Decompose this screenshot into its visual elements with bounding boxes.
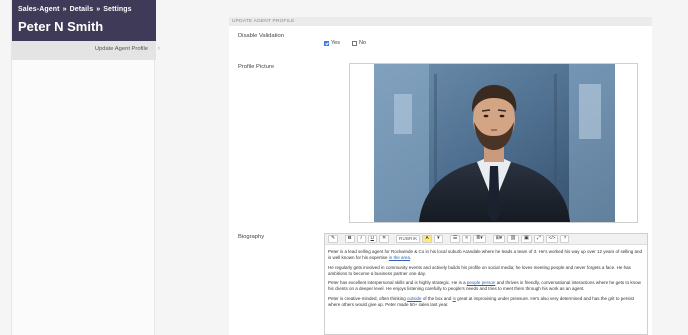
ordered-list-icon[interactable]: ≡ bbox=[462, 235, 472, 243]
underline-button[interactable]: U bbox=[367, 235, 377, 243]
agent-header: Sales-Agent » Details » Settings Peter N… bbox=[12, 0, 156, 41]
breadcrumb: Sales-Agent » Details » Settings bbox=[18, 6, 132, 13]
bio-link[interactable]: in the area bbox=[389, 255, 410, 260]
no-option[interactable]: No bbox=[351, 40, 367, 46]
breadcrumb-item-settings[interactable]: Settings bbox=[103, 6, 131, 13]
breadcrumb-item-details[interactable]: Details bbox=[70, 6, 94, 13]
color-dropdown-icon[interactable]: ▾ bbox=[433, 235, 443, 243]
biography-label: Biography bbox=[238, 234, 265, 240]
yes-option[interactable]: Yes bbox=[324, 40, 340, 46]
section-title: UPDATE AGENT PROFILE bbox=[229, 17, 652, 26]
breadcrumb-separator: » bbox=[96, 6, 101, 13]
profile-picture-label: Profile Picture bbox=[238, 64, 275, 70]
code-view-icon[interactable]: </> bbox=[545, 235, 559, 243]
paragraph-align-icon[interactable]: ≣▾ bbox=[473, 235, 486, 243]
image-icon[interactable]: ▣ bbox=[521, 235, 532, 243]
breadcrumb-separator: » bbox=[62, 6, 67, 13]
no-label: No bbox=[358, 40, 367, 46]
bio-link[interactable]: people person bbox=[467, 280, 496, 285]
help-icon[interactable]: ? bbox=[560, 235, 570, 243]
update-profile-panel: UPDATE AGENT PROFILE Disable Validation … bbox=[229, 17, 652, 335]
disable-validation-label: Disable Validation bbox=[238, 33, 284, 39]
chevron-right-icon: › bbox=[157, 45, 160, 52]
bio-paragraph: Peter is a lead selling agent for Rockwi… bbox=[328, 249, 643, 260]
link-icon[interactable]: ⛓ bbox=[507, 235, 520, 243]
profile-photo-image bbox=[374, 64, 615, 222]
fullscreen-icon[interactable]: ⤢ bbox=[533, 235, 544, 243]
bio-paragraph: He regularly gets involved in community … bbox=[328, 264, 631, 276]
magic-wand-icon[interactable]: ✎ bbox=[328, 235, 339, 243]
bio-paragraph: Peter is creative-minded, often thinking… bbox=[328, 295, 635, 307]
table-icon[interactable]: ⊞▾ bbox=[492, 235, 506, 243]
bio-link[interactable]: outside bbox=[407, 296, 422, 301]
bold-button[interactable]: B bbox=[345, 235, 355, 243]
text-color-icon[interactable]: A bbox=[422, 235, 432, 243]
disable-validation-options: Yes No bbox=[324, 40, 366, 46]
profile-photo bbox=[374, 64, 615, 222]
yes-checkbox[interactable] bbox=[324, 40, 329, 46]
bio-paragraph: Peter has excellent interpersonal skills… bbox=[328, 280, 641, 291]
biography-editor[interactable]: ✎ B I U ✕ RUBRIK A ▾ ☰ ≡ ≣▾ ⊞▾ ⛓ ▣ ⤢ </> bbox=[324, 233, 648, 335]
editor-toolbar: ✎ B I U ✕ RUBRIK A ▾ ☰ ≡ ≣▾ ⊞▾ ⛓ ▣ ⤢ </> bbox=[325, 234, 647, 245]
clear-format-icon[interactable]: ✕ bbox=[378, 235, 389, 243]
unordered-list-icon[interactable]: ☰ bbox=[449, 235, 461, 243]
sidebar-item-update-agent-profile[interactable]: Update Agent Profile › bbox=[12, 41, 160, 60]
page: Sales-Agent » Details » Settings Peter N… bbox=[0, 0, 688, 335]
agent-name: Peter N Smith bbox=[18, 19, 104, 34]
left-sidebar: Sales-Agent » Details » Settings Peter N… bbox=[11, 0, 160, 335]
breadcrumb-item-sales-agent[interactable]: Sales-Agent bbox=[18, 6, 60, 13]
profile-picture-frame[interactable] bbox=[349, 63, 638, 223]
biography-content[interactable]: Peter is a lead selling agent for Rockwi… bbox=[328, 249, 646, 311]
yes-label: Yes bbox=[331, 40, 340, 46]
font-family-dropdown[interactable]: RUBRIK bbox=[396, 235, 421, 243]
sidebar-item-label: Update Agent Profile bbox=[94, 46, 148, 52]
no-checkbox[interactable] bbox=[351, 40, 357, 46]
italic-button[interactable]: I bbox=[356, 235, 366, 243]
